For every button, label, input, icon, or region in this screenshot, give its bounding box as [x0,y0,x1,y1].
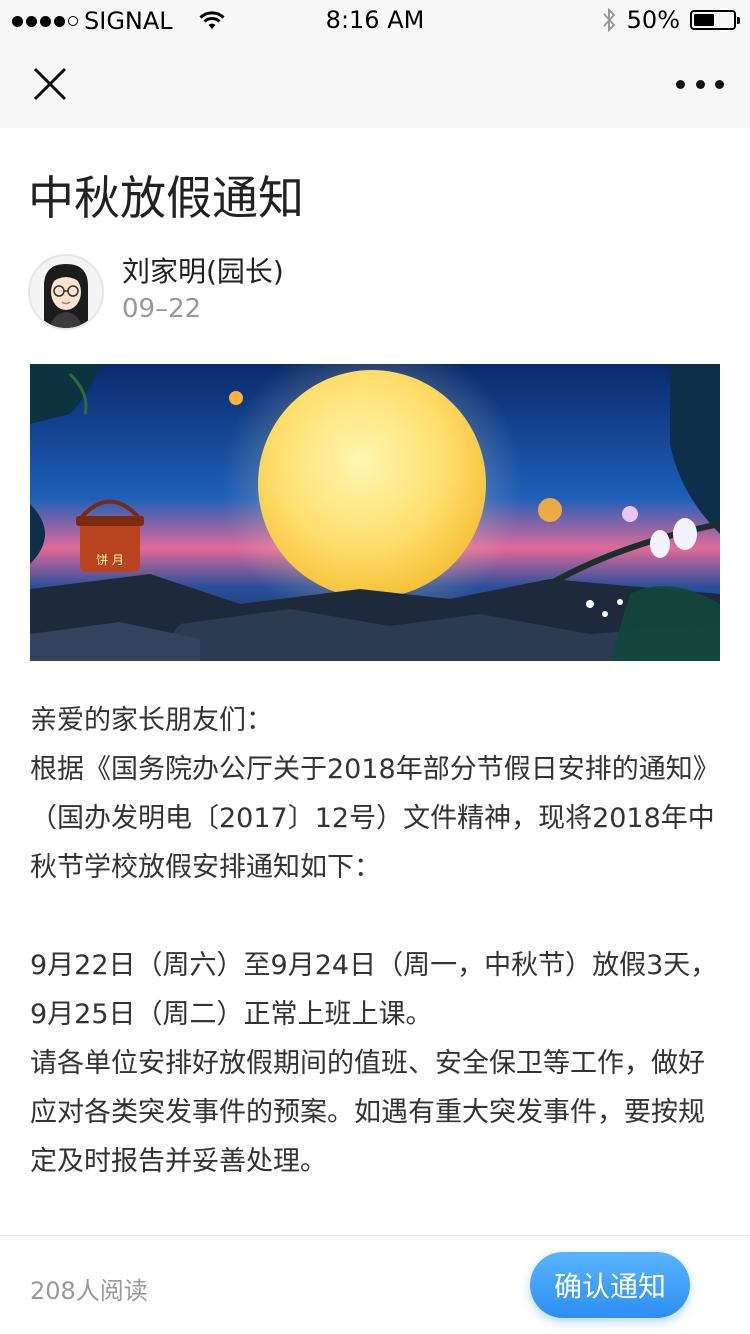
banner-illustration: 饼 月 [30,364,720,661]
more-button[interactable] [676,70,724,98]
avatar-illustration [30,256,102,328]
greeting-paragraph: 亲爱的家长朋友们： [30,705,273,736]
battery-percent: 50% [626,6,680,34]
intro-paragraph: 根据《国务院办公厅关于2018年部分节假日安排的通知》（国办发明电〔2017〕1… [30,754,720,883]
banner-basket-label: 饼 月 [96,553,124,567]
more-icon [676,79,685,89]
article-title: 中秋放假通知 [28,171,304,225]
close-icon [33,67,67,101]
mid-autumn-banner-image: 饼 月 [30,364,720,661]
footer-divider [0,1235,750,1236]
nav-bar [0,40,750,128]
avatar[interactable] [28,254,104,330]
schedule-paragraph: 9月22日（周六）至9月24日（周一，中秋节）放假3天，9月25日（周二）正常上… [30,950,718,1030]
author-name: 刘家明(园长) [122,255,284,288]
instruction-paragraph: 请各单位安排好放假期间的值班、安全保卫等工作，做好应对各类突发事件的预案。如遇有… [30,1048,705,1177]
bluetooth-icon [602,7,616,33]
confirm-notice-button[interactable]: 确认通知 [530,1252,690,1318]
read-count: 208人阅读 [30,1277,148,1305]
close-button[interactable] [30,64,70,104]
battery-icon [690,10,740,30]
status-bar: SIGNAL 8:16 AM 50% [0,0,750,40]
status-right: 50% [601,6,740,34]
publish-date: 09–22 [122,294,202,324]
article-body: 亲爱的家长朋友们： 根据《国务院办公厅关于2018年部分节假日安排的通知》（国办… [30,696,720,1186]
